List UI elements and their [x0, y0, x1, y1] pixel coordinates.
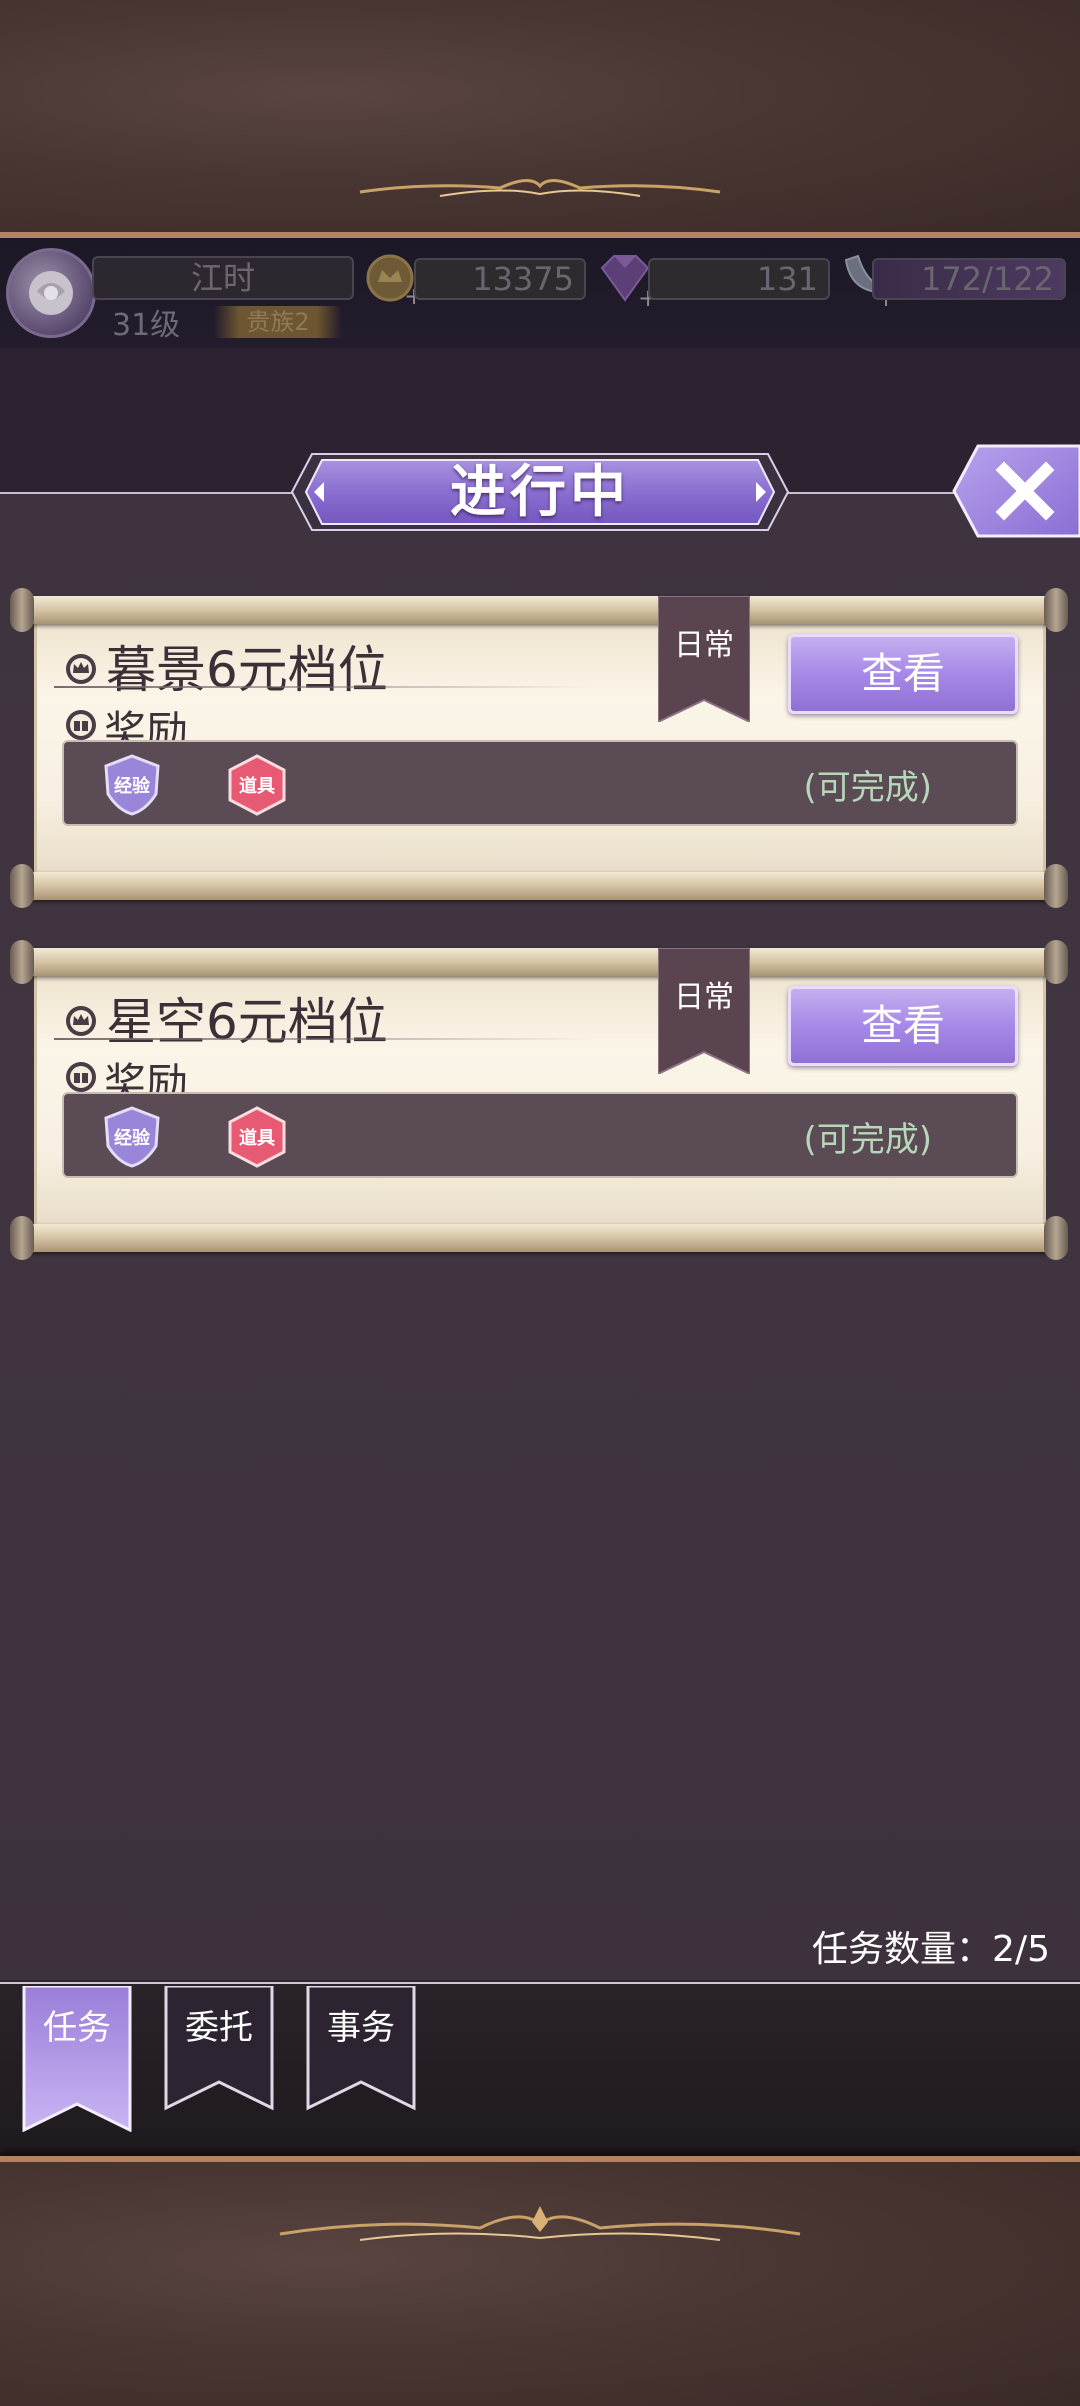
item-badge-label: 道具	[239, 1127, 275, 1149]
gold-coin-icon: +	[366, 254, 420, 308]
daily-tag: 日常	[674, 980, 734, 1015]
title-underline	[54, 686, 594, 688]
task-card: 星空6元档位 奖励 日常 查看 经验 道具 (可完成)	[8, 940, 1072, 1262]
close-icon	[952, 444, 1080, 538]
item-badge-label: 道具	[239, 775, 275, 797]
task-title: 暮景6元档位	[106, 641, 388, 699]
rose-icon	[29, 271, 73, 315]
bottom-flourish-ornament	[279, 2206, 801, 2241]
player-avatar[interactable]	[6, 248, 96, 338]
item-badge-icon: 道具	[228, 1106, 286, 1168]
scroll-rod-bottom	[20, 872, 1060, 900]
view-button[interactable]: 查看	[788, 986, 1018, 1066]
player-level: 31级	[112, 308, 181, 343]
task-title: 星空6元档位	[106, 993, 388, 1051]
tab-affairs-label: 事务	[327, 2008, 395, 2048]
top-flourish-ornament	[359, 179, 721, 197]
task-card: 暮景6元档位 奖励 日常 查看 经验 道具 (可完成)	[8, 588, 1072, 910]
scroll-knob	[1044, 940, 1068, 984]
scroll-knob	[10, 940, 34, 984]
scroll-knob	[1044, 588, 1068, 632]
scroll-knob	[10, 864, 34, 908]
daily-tag: 日常	[674, 628, 734, 663]
panel-title: 进行中	[450, 459, 630, 525]
gift-bullet-icon	[66, 1062, 96, 1092]
tab-bar	[0, 1982, 1080, 2158]
exp-badge-icon: 经验	[104, 754, 160, 816]
scroll-rod-top	[20, 596, 1060, 624]
stamina-amount[interactable]: 172/122	[872, 258, 1066, 300]
reward-box: 经验 道具 (可完成)	[62, 740, 1018, 826]
task-count: 任务数量：2/5	[812, 1929, 1050, 1970]
close-button[interactable]	[950, 444, 1080, 538]
title-underline	[54, 1038, 594, 1040]
purple-gem-icon: +	[600, 255, 656, 308]
completion-status: (可完成)	[803, 768, 932, 808]
scroll-rod-top	[20, 948, 1060, 976]
crown-bullet-icon	[66, 1006, 96, 1036]
exp-badge-icon: 经验	[104, 1106, 160, 1168]
scroll-knob	[10, 1216, 34, 1260]
gold-amount[interactable]: 13375	[414, 258, 586, 300]
top-decorative-band	[0, 0, 1080, 238]
bottom-decorative-band	[0, 2156, 1080, 2406]
scroll-rod-bottom	[20, 1224, 1060, 1252]
gem-amount[interactable]: 131	[648, 258, 830, 300]
scroll-knob	[10, 588, 34, 632]
view-button[interactable]: 查看	[788, 634, 1018, 714]
exp-badge-label: 经验	[114, 775, 151, 797]
noble-rank-badge: 贵族2	[214, 306, 342, 338]
tab-commissions-label: 委托	[185, 2008, 253, 2048]
scroll-knob	[1044, 1216, 1068, 1260]
item-badge-icon: 道具	[228, 754, 286, 816]
scroll-knob	[1044, 864, 1068, 908]
player-name: 江时	[92, 256, 354, 300]
exp-badge-label: 经验	[114, 1127, 151, 1149]
reward-box: 经验 道具 (可完成)	[62, 1092, 1018, 1178]
crown-bullet-icon	[66, 654, 96, 684]
gift-bullet-icon	[66, 710, 96, 740]
tab-tasks-label: 任务	[43, 2008, 111, 2048]
completion-status: (可完成)	[803, 1120, 932, 1160]
